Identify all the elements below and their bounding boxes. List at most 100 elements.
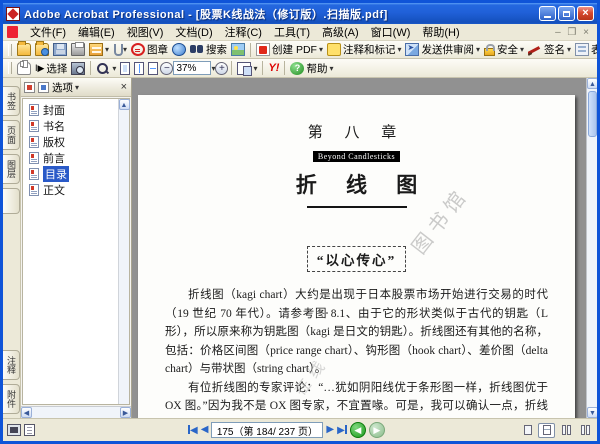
first-page-button[interactable]: ◀ bbox=[188, 424, 198, 436]
select-tool-button[interactable]: I▶ 选择 bbox=[33, 60, 69, 77]
close-button[interactable]: × bbox=[577, 6, 594, 21]
document-window-controls[interactable]: – ❒ × bbox=[555, 27, 593, 38]
attach-button[interactable]: ▾ bbox=[111, 42, 129, 57]
close-panel-button[interactable]: × bbox=[121, 81, 128, 93]
pen-icon bbox=[528, 43, 542, 56]
save-button[interactable] bbox=[51, 42, 69, 57]
hand-tool-button[interactable] bbox=[15, 60, 33, 76]
scroll-right-icon[interactable]: ▶ bbox=[120, 407, 131, 418]
options-menu-button[interactable]: 选项 ▾ bbox=[52, 80, 79, 95]
menu-edit[interactable]: 编辑(E) bbox=[72, 23, 121, 41]
secure-label: 安全 bbox=[497, 44, 518, 56]
toolbar-separator bbox=[231, 61, 233, 75]
scrollbar-thumb[interactable] bbox=[587, 91, 597, 137]
new-bookmark-icon[interactable] bbox=[38, 81, 49, 93]
continuous-facing-layout-button[interactable] bbox=[557, 423, 574, 438]
toolbar-grip[interactable] bbox=[8, 43, 12, 56]
bookmark-preface[interactable]: 前言 bbox=[29, 150, 118, 166]
scan-speck bbox=[196, 308, 198, 310]
print-button[interactable] bbox=[69, 42, 87, 57]
scroll-up-icon[interactable]: ▲ bbox=[118, 99, 130, 110]
zoom-level-input[interactable] bbox=[173, 61, 212, 75]
scrollbar-track[interactable] bbox=[587, 137, 597, 407]
facing-layout-button[interactable] bbox=[576, 423, 593, 438]
scroll-left-icon[interactable]: ◀ bbox=[21, 407, 32, 418]
minimize-button[interactable] bbox=[539, 6, 556, 21]
tab-bookmarks[interactable]: 书签 bbox=[3, 86, 20, 116]
menu-document[interactable]: 文档(D) bbox=[169, 23, 218, 41]
picture-tasks-button[interactable] bbox=[229, 42, 247, 57]
page-layout-icon bbox=[237, 61, 253, 76]
tab-pages[interactable]: 页面 bbox=[3, 120, 20, 150]
secure-button[interactable]: 安全 ▾ bbox=[482, 41, 526, 58]
dropdown-caret: ▾ bbox=[329, 63, 334, 73]
title-bar[interactable]: Adobe Acrobat Professional - [股票K线战法（修订版… bbox=[3, 3, 597, 24]
dropdown-caret: ▾ bbox=[105, 45, 110, 54]
restore-button[interactable] bbox=[558, 6, 575, 21]
forms-button[interactable]: 表单▾ bbox=[573, 41, 597, 58]
zoom-out-button[interactable]: − bbox=[160, 61, 174, 75]
bookmark-booktitle[interactable]: 书名 bbox=[29, 118, 118, 134]
bookmark-copyright[interactable]: 版权 bbox=[29, 134, 118, 150]
zoom-in-tool-button[interactable]: ▾ bbox=[94, 61, 118, 76]
bookmark-body[interactable]: 正文 bbox=[29, 182, 118, 198]
menu-help[interactable]: 帮助(H) bbox=[416, 23, 465, 41]
bookmark-cover[interactable]: 封面 bbox=[29, 102, 118, 118]
toolbar-grip[interactable] bbox=[8, 62, 12, 74]
menu-comments[interactable]: 注释(C) bbox=[219, 23, 268, 41]
yahoo-search-button[interactable]: Y! bbox=[266, 61, 281, 75]
single-page-layout-button[interactable] bbox=[519, 423, 536, 438]
reading-mode-icon[interactable] bbox=[7, 424, 21, 436]
next-page-button[interactable]: ▶ bbox=[326, 425, 334, 435]
tab-comments[interactable]: 注释 bbox=[3, 350, 20, 380]
bookmarks-panel: 选项 ▾ × 封面 书名 版权 前言 目录 正文 ▲ ◀ ▶ bbox=[21, 78, 132, 418]
tab-layers[interactable]: 图层 bbox=[3, 154, 20, 184]
page-size-icon[interactable] bbox=[24, 424, 35, 436]
dropdown-caret: ▾ bbox=[75, 82, 80, 92]
send-for-review-button[interactable]: 发送供审阅▾ bbox=[403, 41, 482, 58]
open-web-page-button[interactable] bbox=[33, 41, 51, 57]
series-banner: Beyond Candlesticks bbox=[312, 151, 401, 162]
menu-advanced[interactable]: 高级(A) bbox=[316, 23, 365, 41]
menu-view[interactable]: 视图(V) bbox=[121, 23, 170, 41]
expand-current-bookmark-icon[interactable] bbox=[24, 81, 35, 93]
menu-file[interactable]: 文件(F) bbox=[24, 23, 72, 41]
bookmarks-vertical-scrollbar[interactable]: ▲ bbox=[118, 99, 130, 404]
last-page-button[interactable]: ▶ bbox=[337, 424, 347, 436]
scroll-up-icon[interactable]: ▲ bbox=[587, 78, 597, 89]
actual-size-icon bbox=[120, 61, 131, 75]
scroll-down-icon[interactable]: ▼ bbox=[587, 407, 597, 418]
tab-signatures[interactable] bbox=[3, 188, 20, 214]
zoom-in-button[interactable]: + bbox=[215, 61, 229, 75]
sign-button[interactable]: 签名 ▾ bbox=[526, 41, 573, 58]
previous-view-button[interactable]: ◀ bbox=[349, 422, 366, 438]
menu-tools[interactable]: 工具(T) bbox=[268, 23, 316, 41]
next-view-button[interactable]: ▶ bbox=[368, 422, 385, 438]
stamp-button[interactable]: 图章 bbox=[129, 41, 170, 58]
continuous-layout-button[interactable] bbox=[538, 422, 555, 438]
bookmark-label: 版权 bbox=[43, 137, 65, 149]
menu-window[interactable]: 窗口(W) bbox=[365, 23, 417, 41]
document-vertical-scrollbar[interactable]: ▲ ▼ bbox=[586, 78, 597, 418]
bookmark-toc[interactable]: 目录 bbox=[29, 166, 118, 182]
search-label: 搜索 bbox=[206, 44, 228, 56]
organizer-button[interactable]: ▾ bbox=[87, 42, 111, 57]
actual-size-button[interactable] bbox=[118, 61, 132, 76]
dropdown-caret: ▾ bbox=[397, 45, 402, 54]
dropdown-caret: ▾ bbox=[520, 45, 525, 54]
previous-page-button[interactable]: ◀ bbox=[201, 425, 209, 435]
open-button[interactable] bbox=[15, 41, 33, 57]
bookmarks-horizontal-scrollbar[interactable]: ◀ ▶ bbox=[21, 406, 131, 418]
comment-markup-button[interactable]: 注释和标记 ▾ bbox=[325, 41, 404, 58]
fit-width-button[interactable] bbox=[146, 61, 160, 76]
page-number-input[interactable] bbox=[211, 422, 324, 438]
snapshot-tool-button[interactable] bbox=[69, 61, 87, 76]
fit-page-button[interactable] bbox=[132, 61, 146, 76]
search-button[interactable]: 搜索 bbox=[188, 41, 229, 58]
page-layout-button[interactable]: ▾ bbox=[235, 61, 259, 76]
tab-attachments[interactable]: 附件 bbox=[3, 384, 20, 414]
create-pdf-button[interactable]: 创建 PDF ▾ bbox=[254, 41, 325, 58]
document-view[interactable]: 第 八 章 Beyond Candlesticks 折 线 图 “以心传心” 折… bbox=[132, 78, 586, 418]
web-capture-button[interactable] bbox=[170, 42, 188, 57]
help-button[interactable]: ? 帮助 ▾ bbox=[288, 60, 335, 77]
